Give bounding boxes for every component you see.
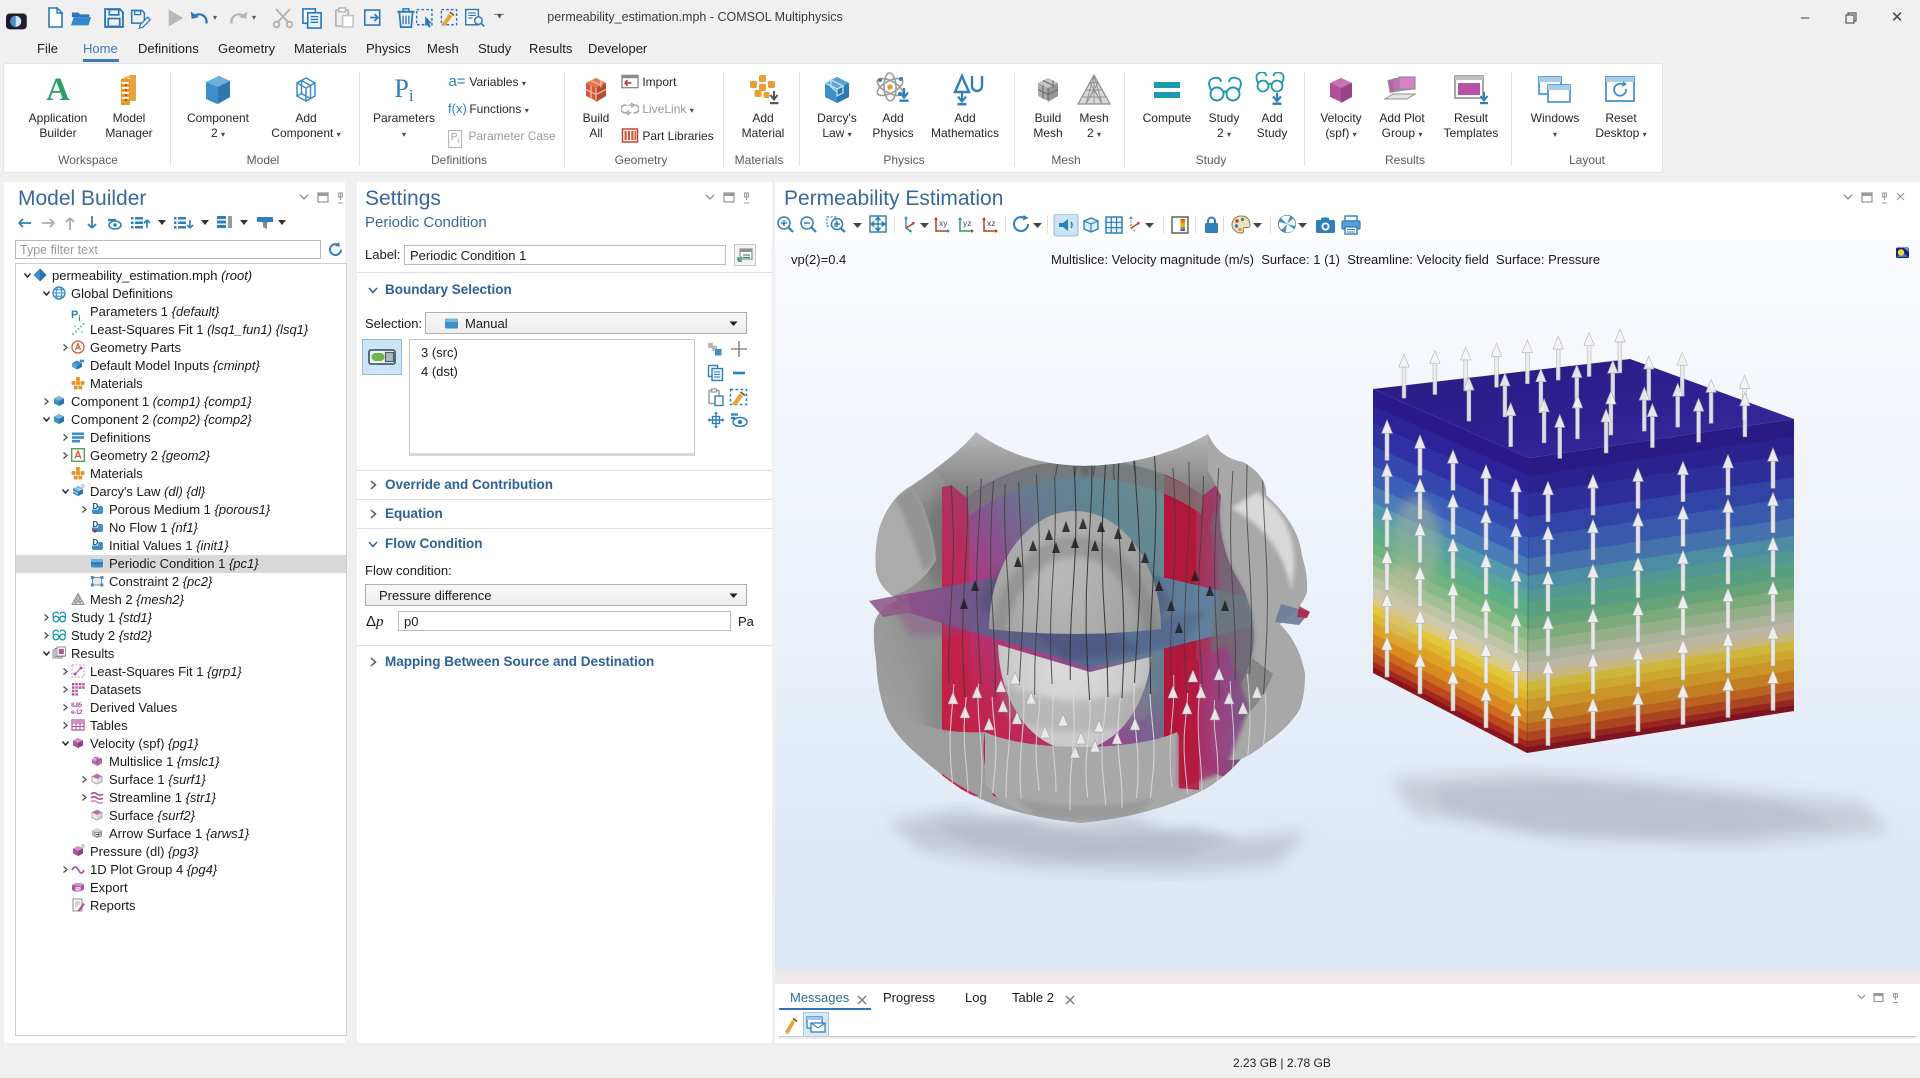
svg-text:D: D [93, 538, 99, 547]
svg-text:D: D [93, 502, 99, 511]
svg-text:xz: xz [987, 218, 996, 228]
svg-text:D: D [93, 520, 99, 529]
svg-text:yz: yz [963, 218, 972, 228]
svg-text:xy: xy [939, 218, 948, 228]
